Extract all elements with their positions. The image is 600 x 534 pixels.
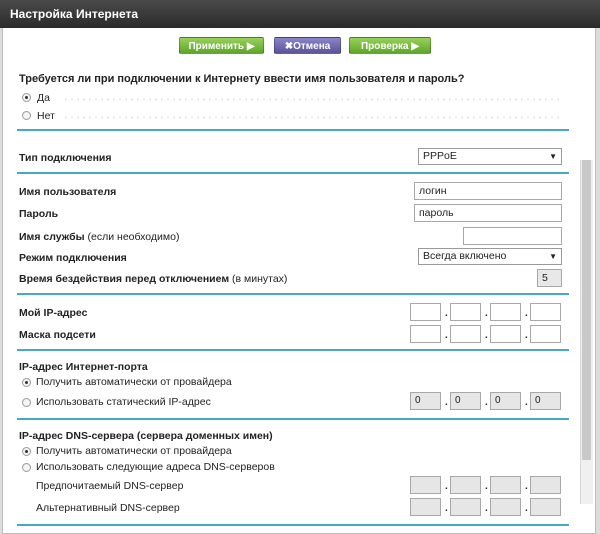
radio-dns-manual-label: Использовать следующие адреса DNS-сервер… [36, 461, 275, 473]
radio-dns-auto[interactable] [22, 447, 31, 456]
window-title: Настройка Интернета [0, 0, 600, 28]
primary-dns-label: Предпочитаемый DNS-сервер [36, 480, 184, 492]
dotted-divider [63, 98, 563, 101]
radio-dns-auto-label: Получить автоматически от провайдера [36, 445, 232, 457]
static-ip-octet-4[interactable]: 0 [530, 392, 561, 410]
primary-dns-octet-1[interactable] [410, 476, 441, 494]
ip-dot: . [485, 397, 488, 408]
ip-dot: . [485, 308, 488, 319]
radio-port-static-label: Использовать статический IP-адрес [36, 396, 211, 408]
connection-type-value: PPPoE [423, 150, 457, 162]
ip-dot: . [525, 330, 528, 341]
apply-button[interactable]: Применить ▶ [179, 37, 264, 54]
primary-dns-octet-2[interactable] [450, 476, 481, 494]
scrollbar-thumb[interactable] [582, 160, 591, 460]
connection-mode-value: Всегда включено [423, 250, 507, 262]
ip-dot: . [445, 330, 448, 341]
service-name-field[interactable] [463, 227, 562, 245]
chevron-down-icon: ▼ [549, 152, 557, 161]
my-ip-octet-3[interactable] [490, 303, 521, 321]
secondary-dns-label: Альтернативный DNS-сервер [36, 502, 180, 514]
scrollbar[interactable] [580, 160, 593, 504]
username-label: Имя пользователя [19, 186, 117, 198]
chevron-down-icon: ▼ [549, 252, 557, 261]
password-label: Пароль [19, 208, 59, 220]
my-ip-octet-2[interactable] [450, 303, 481, 321]
idle-timeout-field[interactable]: 5 [537, 269, 562, 287]
my-ip-octet-1[interactable] [410, 303, 441, 321]
radio-dns-manual[interactable] [22, 463, 31, 472]
service-name-hint: (если необходимо) [87, 231, 180, 243]
radio-login-yes[interactable] [22, 93, 31, 102]
my-ip-octet-4[interactable] [530, 303, 561, 321]
subnet-mask-octet-2[interactable] [450, 325, 481, 343]
password-field[interactable]: пароль [414, 204, 562, 222]
ip-dot: . [525, 481, 528, 492]
connection-type-label: Тип подключения [19, 152, 112, 164]
secondary-dns-octet-2[interactable] [450, 498, 481, 516]
cancel-button[interactable]: ✖Отмена [274, 37, 341, 54]
idle-timeout-label: Время бездействия перед отключением (в м… [19, 273, 287, 285]
service-name-text: Имя службы [19, 231, 85, 243]
my-ip-label: Мой IP-адрес [19, 307, 88, 319]
radio-port-auto-label: Получить автоматически от провайдера [36, 376, 232, 388]
radio-login-yes-label: Да [37, 92, 50, 104]
login-question: Требуется ли при подключении к Интернету… [19, 73, 465, 85]
connection-mode-select[interactable]: Всегда включено ▼ [418, 248, 562, 265]
ip-dot: . [485, 330, 488, 341]
ip-dot: . [525, 397, 528, 408]
ip-dot: . [445, 397, 448, 408]
static-ip-octet-3[interactable]: 0 [490, 392, 521, 410]
ip-dot: . [485, 481, 488, 492]
connection-mode-label: Режим подключения [19, 252, 127, 264]
ip-dot: . [445, 481, 448, 492]
radio-port-static[interactable] [22, 398, 31, 407]
ip-dot: . [445, 308, 448, 319]
subnet-mask-octet-4[interactable] [530, 325, 561, 343]
username-field[interactable]: логин [414, 182, 562, 200]
radio-login-no[interactable] [22, 111, 31, 120]
static-ip-octet-1[interactable]: 0 [410, 392, 441, 410]
ip-dot: . [445, 503, 448, 514]
section-divider [17, 349, 569, 351]
service-name-label: Имя службы (если необходимо) [19, 231, 179, 243]
secondary-dns-octet-3[interactable] [490, 498, 521, 516]
section-divider [17, 172, 569, 174]
subnet-mask-label: Маска подсети [19, 329, 96, 341]
ip-dot: . [485, 503, 488, 514]
radio-login-no-label: Нет [37, 110, 55, 122]
idle-timeout-hint: (в минутах) [232, 273, 288, 285]
primary-dns-octet-4[interactable] [530, 476, 561, 494]
secondary-dns-octet-4[interactable] [530, 498, 561, 516]
connection-type-select[interactable]: PPPoE ▼ [418, 148, 562, 165]
ip-dot: . [525, 503, 528, 514]
ip-dot: . [525, 308, 528, 319]
section-divider [17, 129, 569, 131]
section-divider [17, 293, 569, 295]
static-ip-octet-2[interactable]: 0 [450, 392, 481, 410]
section-divider [17, 524, 569, 526]
secondary-dns-octet-1[interactable] [410, 498, 441, 516]
settings-panel: Применить ▶ ✖Отмена Проверка ▶ Требуется… [2, 28, 596, 534]
dns-title: IP-адрес DNS-сервера (сервера доменных и… [19, 430, 273, 442]
test-button[interactable]: Проверка ▶ [349, 37, 431, 54]
subnet-mask-octet-3[interactable] [490, 325, 521, 343]
section-divider [17, 418, 569, 420]
internet-port-title: IP-адрес Интернет-порта [19, 361, 148, 373]
dotted-divider [63, 116, 563, 119]
primary-dns-octet-3[interactable] [490, 476, 521, 494]
radio-port-auto[interactable] [22, 378, 31, 387]
subnet-mask-octet-1[interactable] [410, 325, 441, 343]
idle-timeout-text: Время бездействия перед отключением [19, 273, 230, 285]
